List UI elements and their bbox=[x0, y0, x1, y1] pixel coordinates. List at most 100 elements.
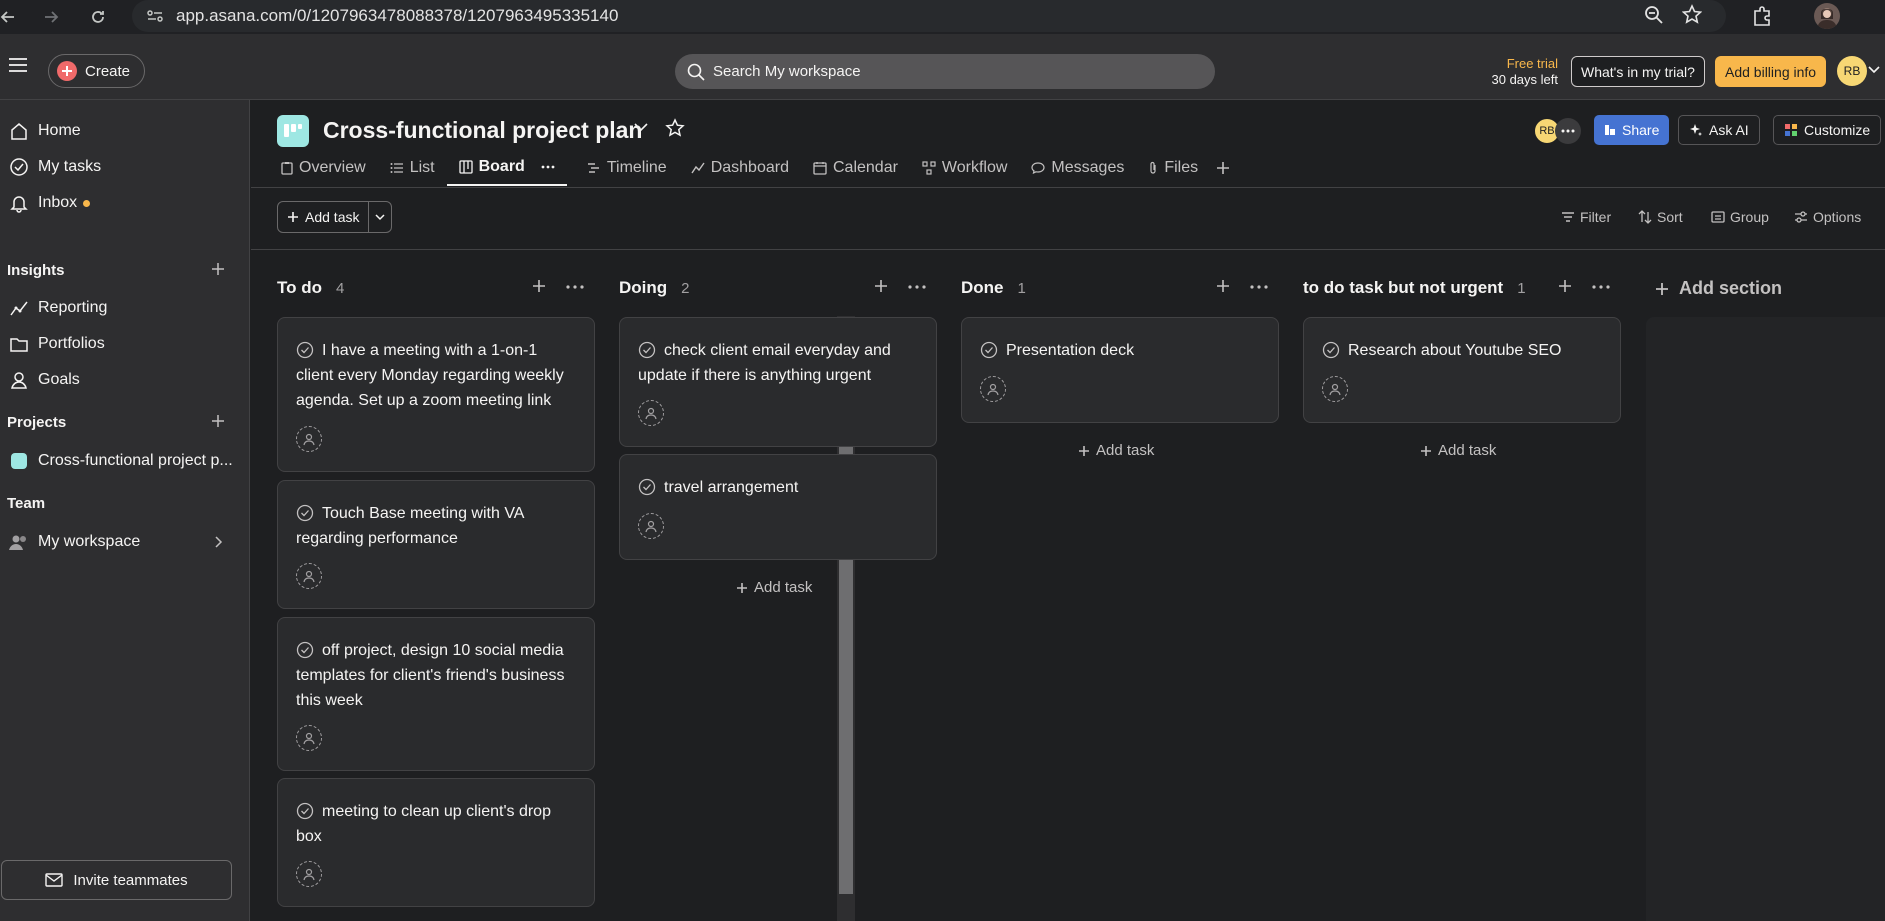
column-header[interactable]: Done 1 bbox=[961, 278, 1026, 298]
tab-list[interactable]: List bbox=[378, 150, 447, 186]
paperclip-icon bbox=[1150, 161, 1156, 174]
add-task-button[interactable]: Add task bbox=[278, 202, 370, 232]
tab-dashboard[interactable]: Dashboard bbox=[679, 150, 801, 186]
trial-label: Free trial bbox=[1506, 56, 1558, 71]
create-button[interactable]: Create bbox=[48, 54, 146, 88]
assignee-placeholder-icon[interactable] bbox=[296, 426, 322, 452]
sort-icon bbox=[1638, 210, 1652, 224]
task-card[interactable]: Research about Youtube SEO bbox=[1303, 317, 1621, 423]
sparkle-icon bbox=[1690, 124, 1702, 136]
chevron-down-icon[interactable] bbox=[1868, 66, 1880, 74]
more-members-icon[interactable] bbox=[1555, 118, 1581, 144]
share-icon bbox=[1605, 125, 1615, 135]
tab-files[interactable]: Files bbox=[1136, 150, 1210, 186]
tab-more-icon[interactable] bbox=[541, 165, 555, 169]
sidebar-item-project[interactable]: Cross-functional project p... bbox=[0, 447, 240, 475]
add-task-icon[interactable] bbox=[532, 279, 546, 293]
site-info-icon[interactable] bbox=[146, 8, 164, 24]
task-card[interactable]: meeting to clean up client's drop box bbox=[277, 778, 595, 907]
board: To do 4 I have a meeting with a 1-on-1 c… bbox=[251, 251, 1885, 921]
column-more-icon[interactable] bbox=[908, 285, 926, 289]
options-button[interactable]: Options bbox=[1794, 209, 1861, 225]
sort-button[interactable]: Sort bbox=[1638, 209, 1683, 225]
column-more-icon[interactable] bbox=[1592, 285, 1610, 289]
invite-teammates-button[interactable]: Invite teammates bbox=[1, 860, 232, 900]
sidebar-item-portfolios[interactable]: Portfolios bbox=[0, 330, 240, 358]
home-icon bbox=[0, 121, 38, 141]
assignee-placeholder-icon[interactable] bbox=[638, 513, 664, 539]
add-project-icon[interactable] bbox=[211, 414, 225, 428]
assignee-placeholder-icon[interactable] bbox=[980, 376, 1006, 402]
add-task-icon[interactable] bbox=[1216, 279, 1230, 293]
add-task-link[interactable]: Add task bbox=[1078, 442, 1154, 459]
add-section-button[interactable]: Add section bbox=[1655, 278, 1782, 299]
back-icon[interactable] bbox=[0, 3, 22, 31]
forward-icon[interactable] bbox=[37, 3, 65, 31]
assignee-placeholder-icon[interactable] bbox=[638, 400, 664, 426]
tab-calendar[interactable]: Calendar bbox=[801, 150, 910, 186]
column-header[interactable]: to do task but not urgent 1 bbox=[1303, 278, 1526, 298]
assignee-placeholder-icon[interactable] bbox=[296, 725, 322, 751]
add-task-link[interactable]: Add task bbox=[1420, 442, 1496, 459]
address-bar[interactable]: app.asana.com/0/1207963478088378/1207963… bbox=[132, 0, 1726, 32]
ask-ai-button[interactable]: Ask AI bbox=[1678, 115, 1760, 145]
tab-timeline[interactable]: Timeline bbox=[575, 150, 679, 186]
customize-button[interactable]: Customize bbox=[1773, 115, 1882, 145]
menu-icon[interactable] bbox=[8, 56, 28, 74]
chevron-down-icon[interactable] bbox=[634, 122, 648, 132]
group-button[interactable]: Group bbox=[1711, 209, 1769, 225]
project-color-icon bbox=[0, 453, 38, 469]
star-icon[interactable] bbox=[665, 118, 685, 138]
zoom-icon[interactable] bbox=[1644, 4, 1664, 26]
task-card[interactable]: travel arrangement bbox=[619, 454, 937, 560]
search-input[interactable]: Search My workspace bbox=[675, 54, 1215, 89]
assignee-placeholder-icon[interactable] bbox=[1322, 376, 1348, 402]
share-button[interactable]: Share bbox=[1594, 115, 1670, 145]
filter-button[interactable]: Filter bbox=[1561, 209, 1611, 225]
url-text[interactable]: app.asana.com/0/1207963478088378/1207963… bbox=[176, 6, 618, 26]
add-task-link[interactable]: Add task bbox=[736, 579, 812, 596]
add-task-icon[interactable] bbox=[874, 279, 888, 293]
tab-workflow[interactable]: Workflow bbox=[910, 150, 1020, 186]
whats-in-trial-button[interactable]: What's in my trial? bbox=[1571, 56, 1705, 87]
add-task-icon[interactable] bbox=[1558, 279, 1572, 293]
timeline-icon bbox=[587, 163, 599, 173]
sidebar-item-my-workspace[interactable]: My workspace bbox=[0, 528, 240, 556]
sidebar-item-home[interactable]: Home bbox=[0, 117, 240, 145]
task-card[interactable]: Touch Base meeting with VA regarding per… bbox=[277, 480, 595, 609]
column-more-icon[interactable] bbox=[566, 285, 584, 289]
tab-messages[interactable]: Messages bbox=[1019, 150, 1136, 186]
filter-label: Filter bbox=[1580, 209, 1612, 225]
user-avatar[interactable]: RB bbox=[1837, 56, 1867, 86]
tab-board[interactable]: Board bbox=[446, 150, 567, 186]
sidebar-item-reporting[interactable]: Reporting bbox=[0, 294, 240, 322]
assignee-placeholder-icon[interactable] bbox=[296, 861, 322, 887]
mail-icon bbox=[45, 873, 64, 887]
reload-icon[interactable] bbox=[84, 3, 112, 31]
board-project-icon[interactable] bbox=[277, 115, 309, 147]
task-card[interactable]: I have a meeting with a 1-on-1 client ev… bbox=[277, 317, 595, 472]
sidebar-item-inbox[interactable]: Inbox bbox=[0, 189, 240, 217]
assignee-placeholder-icon[interactable] bbox=[296, 563, 322, 589]
add-billing-info-button[interactable]: Add billing info bbox=[1715, 56, 1827, 87]
chevron-right-icon[interactable] bbox=[215, 536, 223, 548]
sidebar-item-goals[interactable]: Goals bbox=[0, 366, 240, 394]
sidebar-item-my-tasks[interactable]: My tasks bbox=[0, 153, 240, 181]
tab-overview[interactable]: Overview bbox=[281, 150, 378, 186]
task-card[interactable]: check client email everyday and update i… bbox=[619, 317, 937, 447]
add-tab-icon[interactable] bbox=[1210, 150, 1236, 186]
project-title[interactable]: Cross-functional project plan bbox=[323, 117, 642, 144]
extensions-icon[interactable] bbox=[1751, 5, 1773, 27]
add-insight-icon[interactable] bbox=[211, 262, 225, 276]
column-more-icon[interactable] bbox=[1250, 285, 1268, 289]
bookmark-star-icon[interactable] bbox=[1682, 4, 1702, 26]
task-card[interactable]: Presentation deck bbox=[961, 317, 1279, 423]
board-icon bbox=[458, 160, 473, 174]
column-count: 4 bbox=[336, 279, 345, 297]
add-task-dropdown-icon[interactable] bbox=[369, 213, 391, 221]
column-header[interactable]: To do 4 bbox=[277, 278, 344, 298]
profile-avatar-icon[interactable] bbox=[1814, 3, 1840, 29]
task-card[interactable]: off project, design 10 social media temp… bbox=[277, 617, 595, 771]
column-header[interactable]: Doing 2 bbox=[619, 278, 690, 298]
column-title: To do bbox=[277, 278, 322, 297]
